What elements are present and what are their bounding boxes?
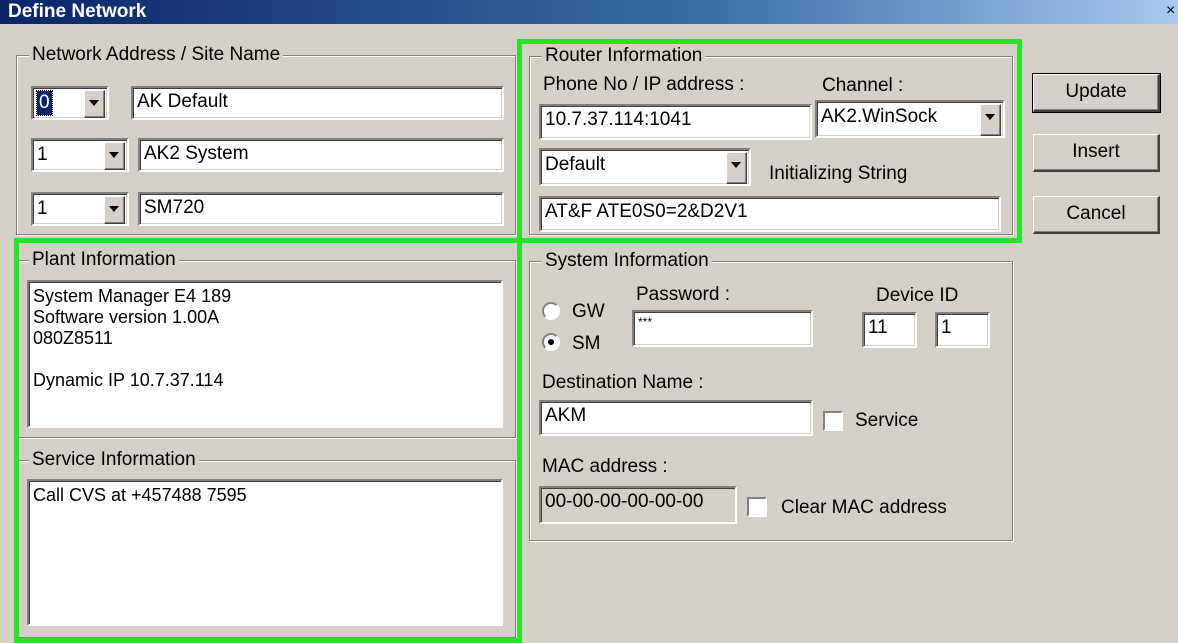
channel-select[interactable]: AK2.WinSock: [815, 100, 1005, 138]
destination-name-field[interactable]: AKM: [539, 400, 813, 436]
insert-button[interactable]: Insert: [1033, 134, 1160, 172]
destination-name-label: Destination Name :: [542, 372, 704, 393]
site-name-field-3[interactable]: SM720: [138, 192, 504, 226]
highlight-system-divider: [517, 238, 524, 643]
close-icon[interactable]: ×: [1166, 1, 1178, 21]
channel-select-value: AK2.WinSock: [821, 106, 938, 127]
service-checkbox[interactable]: [823, 411, 843, 431]
title-bar: [0, 0, 1178, 24]
sm-radio-label: SM: [572, 333, 601, 354]
service-checkbox-label: Service: [855, 410, 919, 431]
window-title: Define Network: [8, 1, 147, 22]
device-id-label: Device ID: [876, 285, 959, 306]
system-info-legend: System Information: [542, 250, 712, 272]
plant-info-legend: Plant Information: [29, 249, 179, 271]
mac-address-label: MAC address :: [542, 456, 668, 477]
network-combo-1-value: 0: [36, 90, 53, 116]
network-combo-1[interactable]: 0: [31, 86, 109, 120]
device-id-field-2[interactable]: 1: [935, 312, 990, 348]
site-name-field-2[interactable]: AK2 System: [138, 138, 504, 172]
router-info-legend: Router Information: [542, 45, 706, 67]
plant-info-textarea[interactable]: System Manager E4 189 Software version 1…: [27, 280, 503, 428]
gw-radio[interactable]: [542, 302, 560, 320]
clear-mac-label: Clear MAC address: [781, 497, 947, 518]
network-address-legend: Network Address / Site Name: [29, 44, 284, 66]
clear-mac-checkbox[interactable]: [747, 497, 767, 517]
network-combo-2[interactable]: 1: [31, 138, 129, 172]
service-info-legend: Service Information: [29, 449, 199, 471]
phone-ip-field[interactable]: 10.7.37.114:1041: [539, 104, 812, 140]
network-combo-3-value: 1: [37, 198, 48, 219]
network-combo-3[interactable]: 1: [31, 192, 129, 226]
cancel-button[interactable]: Cancel: [1033, 196, 1160, 234]
init-string-label: Initializing String: [769, 163, 908, 184]
chevron-down-icon[interactable]: [980, 104, 1001, 136]
device-id-field-1[interactable]: 11: [862, 312, 917, 348]
update-button[interactable]: Update: [1032, 73, 1161, 113]
mac-address-field: 00-00-00-00-00-00: [539, 486, 737, 524]
site-name-field-1[interactable]: AK Default: [131, 86, 504, 120]
phone-ip-label: Phone No / IP address :: [543, 74, 745, 95]
channel-label: Channel :: [822, 75, 904, 96]
gw-radio-label: GW: [572, 301, 605, 322]
init-profile-value: Default: [545, 154, 606, 175]
init-profile-select[interactable]: Default: [539, 148, 751, 186]
password-field[interactable]: ***: [632, 310, 813, 347]
init-string-field[interactable]: AT&F ATE0S0=2&D2V1: [539, 196, 1001, 232]
chevron-down-icon[interactable]: [104, 142, 125, 170]
password-label: Password :: [636, 284, 730, 305]
service-info-textarea[interactable]: Call CVS at +457488 7595: [27, 479, 503, 626]
chevron-down-icon[interactable]: [84, 90, 105, 118]
chevron-down-icon[interactable]: [104, 196, 125, 224]
network-combo-2-value: 1: [37, 144, 48, 165]
sm-radio[interactable]: [542, 333, 560, 351]
chevron-down-icon[interactable]: [726, 152, 747, 184]
